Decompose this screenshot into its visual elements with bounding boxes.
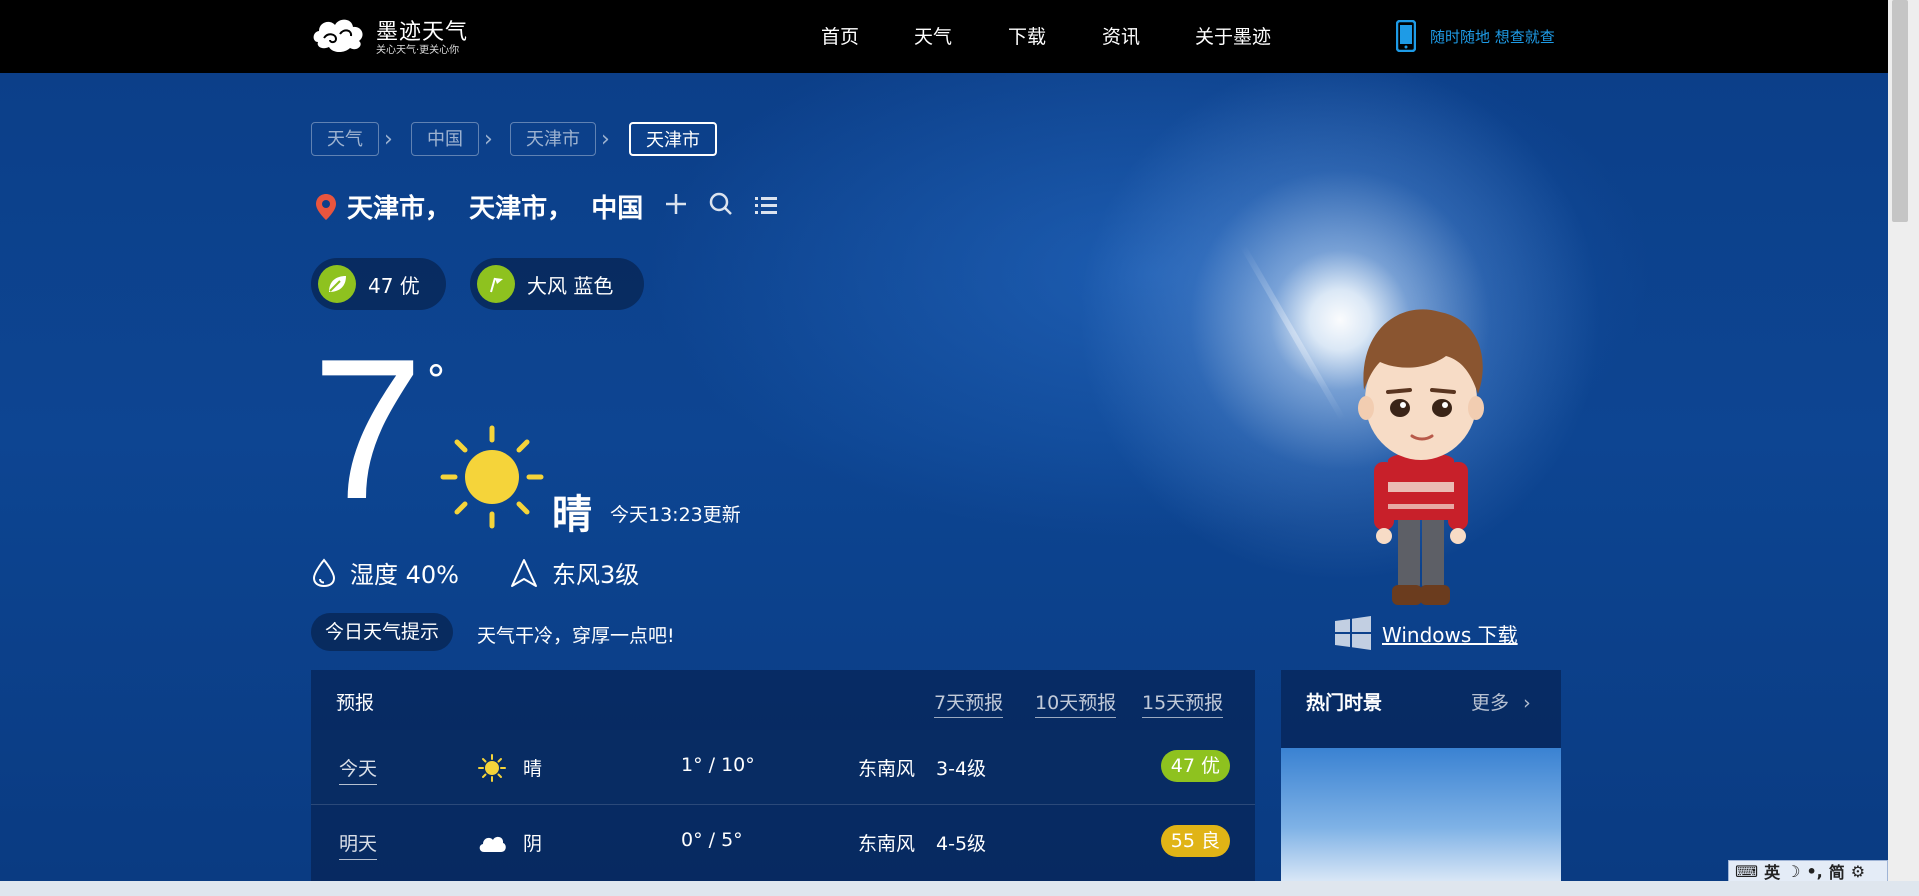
- chevron-right-icon: ›: [1523, 692, 1531, 714]
- forecast-condition: 晴: [523, 758, 543, 780]
- aqi-value: 47 优: [368, 273, 420, 298]
- weather-tip-label: 今日天气提示: [311, 613, 454, 651]
- sun-icon: [440, 425, 544, 529]
- flag-icon: [477, 265, 515, 303]
- scenery-photo[interactable]: [1281, 748, 1561, 881]
- aqi-badge[interactable]: 47 优: [1160, 750, 1230, 782]
- location-name: 天津市， 天津市， 中国: [347, 194, 644, 224]
- top-nav-bar: 墨迹天气 关心天气·更关心你 首页 天气 下载 资讯 关于墨迹 随时随地 想查就…: [0, 0, 1888, 73]
- more-link[interactable]: 更多 ›: [1471, 688, 1531, 715]
- search-icon[interactable]: [709, 192, 733, 222]
- wind-direction-icon: [511, 558, 537, 587]
- forecast-day[interactable]: 今天: [339, 754, 378, 785]
- location-pin-icon: [316, 193, 336, 220]
- humidity: 湿度 40%: [312, 555, 459, 590]
- water-drop-icon: [312, 557, 336, 587]
- breadcrumb-current[interactable]: 天津市: [629, 122, 717, 156]
- chevron-right-icon: ›: [384, 127, 393, 152]
- aqi-pill[interactable]: 47 优: [311, 258, 446, 310]
- weather-tip-text: 天气干冷，穿厚一点吧!: [477, 625, 675, 647]
- brand-tagline: 关心天气·更关心你: [376, 45, 460, 56]
- forecast-wind-dir: 东南风: [858, 758, 916, 780]
- forecast-wind-level: 4-5级: [936, 833, 987, 855]
- hot-scenery-title: 热门时景: [1306, 692, 1383, 714]
- breadcrumb-weather[interactable]: 天气: [311, 122, 379, 156]
- add-city-icon[interactable]: [665, 193, 687, 221]
- scrollbar-thumb[interactable]: [1892, 0, 1908, 222]
- update-time: 今天13:23更新: [610, 504, 741, 526]
- forecast-title: 预报: [336, 692, 375, 714]
- punctuation-icon[interactable]: •,: [1806, 862, 1822, 881]
- forecast-day[interactable]: 明天: [339, 829, 378, 860]
- windows-icon: [1335, 616, 1371, 650]
- avatar-character: [1358, 309, 1484, 605]
- forecast-temp: 0° / 5°: [681, 829, 743, 851]
- ime-toolbar[interactable]: ⌨ 英 ☽ •, 简 ⚙: [1728, 860, 1888, 882]
- slogan-text: 随时随地 想查就查: [1430, 27, 1555, 46]
- tab-10day[interactable]: 10天预报: [1035, 688, 1117, 718]
- windows-download-text: Windows 下载: [1382, 622, 1518, 647]
- forecast-temp: 1° / 10°: [681, 754, 755, 776]
- brand-logo[interactable]: 墨迹天气 关心天气·更关心你: [310, 12, 470, 58]
- keyboard-icon[interactable]: ⌨: [1735, 862, 1758, 881]
- nav-download[interactable]: 下载: [1008, 22, 1046, 49]
- more-text: 更多: [1471, 692, 1510, 714]
- windows-download-link[interactable]: Windows 下载: [1334, 615, 1518, 651]
- humidity-value: 湿度 40%: [350, 561, 459, 589]
- nav-news[interactable]: 资讯: [1102, 22, 1140, 49]
- cloud-icon: [479, 836, 506, 852]
- current-condition: 晴: [552, 492, 592, 538]
- aqi-badge[interactable]: 55 良: [1160, 825, 1230, 857]
- wind: 东风3级: [510, 555, 639, 590]
- sun-icon: [478, 754, 506, 782]
- breadcrumb-tianjin-city[interactable]: 天津市: [510, 122, 596, 156]
- forecast-panel: 预报 7天预报 10天预报 15天预报 今天 晴 1° / 10° 东南风 3-…: [311, 670, 1255, 881]
- location-row: 天津市， 天津市， 中国: [315, 188, 778, 225]
- leaf-icon: [318, 265, 356, 303]
- wind-value: 东风3级: [552, 561, 640, 589]
- forecast-condition: 阴: [523, 833, 543, 855]
- sun-flare: [1240, 244, 1346, 422]
- nav-about[interactable]: 关于墨迹: [1195, 22, 1271, 49]
- forecast-row[interactable]: 明天 阴 0° / 5° 东南风 4-5级 55 良: [311, 804, 1255, 879]
- moon-icon[interactable]: ☽: [1786, 862, 1800, 881]
- alert-pill[interactable]: 大风 蓝色: [470, 258, 644, 310]
- taskbar: [0, 881, 1919, 896]
- hot-scenery-panel: 热门时景 更多 ›: [1281, 670, 1561, 881]
- degree-symbol: °: [426, 358, 446, 404]
- alert-text: 大风 蓝色: [527, 273, 614, 298]
- tab-7day[interactable]: 7天预报: [934, 688, 1004, 718]
- chevron-right-icon: ›: [484, 127, 493, 152]
- phone-icon: [1396, 20, 1416, 52]
- cloud-logo-icon: [313, 19, 363, 53]
- breadcrumb-china[interactable]: 中国: [411, 122, 479, 156]
- nav-home[interactable]: 首页: [821, 22, 859, 49]
- forecast-wind-level: 3-4级: [936, 758, 987, 780]
- current-temperature: 7: [312, 318, 424, 541]
- ime-mode[interactable]: 简: [1829, 859, 1845, 883]
- forecast-row[interactable]: 今天 晴 1° / 10° 东南风 3-4级 47 优: [311, 730, 1255, 804]
- chevron-right-icon: ›: [601, 127, 610, 152]
- forecast-wind-dir: 东南风: [858, 833, 916, 855]
- tab-15day[interactable]: 15天预报: [1142, 688, 1224, 718]
- app-slogan[interactable]: 随时随地 想查就查: [1396, 20, 1555, 52]
- nav-weather[interactable]: 天气: [914, 22, 952, 49]
- ime-language[interactable]: 英: [1764, 859, 1780, 883]
- gear-icon[interactable]: ⚙: [1851, 862, 1865, 881]
- list-icon[interactable]: [755, 193, 778, 221]
